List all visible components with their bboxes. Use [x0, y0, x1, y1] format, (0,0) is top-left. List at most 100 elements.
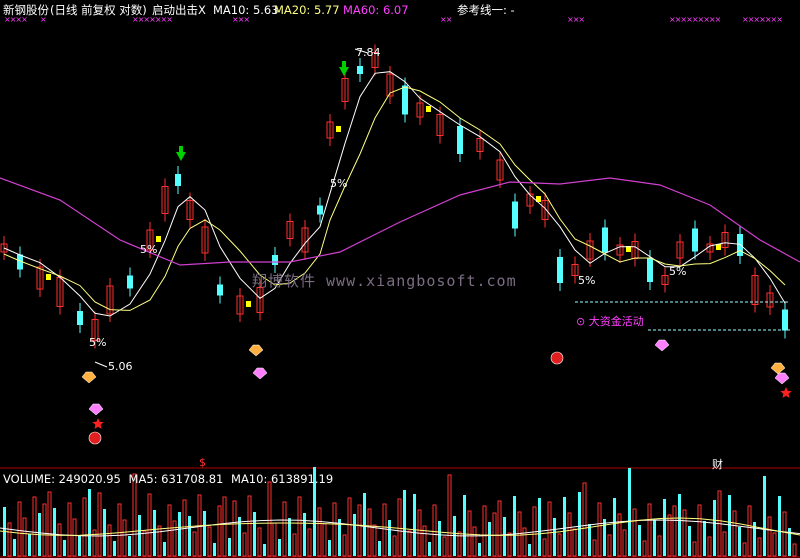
- low-pointer: [94, 361, 108, 368]
- volume-bar-down: [428, 542, 431, 556]
- candle-body-down: [647, 258, 653, 282]
- volume-bar-up: [657, 535, 662, 557]
- candle-body-down: [357, 66, 363, 74]
- dollar-marker: $: [199, 456, 206, 469]
- volume-ma5: MA5: 631708.81: [128, 472, 224, 486]
- volume-bar-down: [578, 492, 581, 556]
- volume-bar-down: [703, 521, 706, 556]
- volume-value: VOLUME: 249020.95: [3, 472, 121, 486]
- volume-bar-up: [472, 526, 477, 557]
- volume-bar-up: [647, 503, 652, 557]
- volume-bar-down: [738, 527, 741, 556]
- volume-bar-up: [132, 473, 137, 557]
- volume-bar-down: [763, 476, 766, 556]
- volume-bar-up: [257, 527, 262, 557]
- volume-bar-down: [53, 508, 56, 556]
- volume-bar-down: [413, 494, 416, 556]
- volume-bar-up: [732, 510, 737, 557]
- volume-bar-up: [547, 501, 552, 557]
- volume-bar-up: [332, 502, 337, 557]
- volume-bar-up: [607, 534, 612, 557]
- volume-bar-up: [322, 523, 327, 557]
- volume-bar-up: [482, 505, 487, 557]
- volume-bar-up: [572, 528, 577, 557]
- volume-bar-down: [528, 544, 531, 556]
- mark-row-item: ×××: [567, 15, 585, 24]
- reference-line: 参考线一: -: [457, 3, 515, 17]
- volume-bar-up: [397, 498, 402, 557]
- volume-bar-down: [153, 510, 156, 556]
- volume-bar-down: [178, 512, 181, 556]
- volume-bar-down: [653, 520, 656, 556]
- watermark: 翔博软件 www.xiangbosoft.com: [252, 272, 517, 290]
- volume-bar-up: [617, 513, 622, 557]
- signal-markers: [81, 48, 792, 445]
- volume-bar-up: [367, 508, 372, 557]
- ma20-value: MA20: 5.77: [274, 3, 340, 17]
- volume-bar-up: [507, 532, 512, 557]
- volume-bar-down: [713, 500, 716, 556]
- volume-bar-down: [113, 541, 116, 556]
- gem-icon: [88, 403, 104, 416]
- volume-bar-up: [32, 496, 37, 557]
- volume-bar-up: [57, 523, 62, 557]
- volume-bar-down: [513, 496, 516, 556]
- volume-bar-up: [667, 514, 672, 557]
- volume-bar-down: [203, 511, 206, 556]
- volume-bar-down: [678, 494, 681, 556]
- volume-bar-up: [232, 500, 237, 557]
- pct-label: 5%: [330, 177, 348, 190]
- gem-icon: [81, 371, 97, 384]
- volume-bar-down: [588, 524, 591, 556]
- volume-bar-down: [288, 518, 291, 556]
- red-ball-icon: [88, 431, 102, 445]
- volume-bar-up: [567, 512, 572, 557]
- green-down-arrow-icon: [179, 146, 183, 152]
- volume-bar-down: [63, 540, 66, 556]
- volume-bar-down: [213, 543, 216, 556]
- volume-bar-up: [782, 511, 787, 557]
- volume-bar-up: [242, 532, 247, 557]
- pct-label: 5%: [669, 265, 687, 278]
- volume-bar-down: [78, 535, 81, 556]
- volume-bar-up: [317, 507, 322, 557]
- signal-block: [336, 126, 341, 132]
- volume-bar-up: [117, 503, 122, 557]
- volume-bar-up: [447, 474, 452, 557]
- candle-body-down: [77, 311, 83, 325]
- volume-bar-down: [553, 518, 556, 556]
- pct-label: 5%: [89, 336, 107, 349]
- volume-bar-up: [222, 496, 227, 557]
- volume-bar-up: [407, 530, 412, 557]
- volume-bar-up: [107, 524, 112, 557]
- volume-bar-up: [492, 512, 497, 557]
- ma60-value: MA60: 6.07: [343, 3, 409, 17]
- volume-bar-down: [328, 540, 331, 556]
- volume-bar-up: [682, 509, 687, 557]
- volume-bar-up: [142, 530, 147, 557]
- volume-bar-up: [97, 492, 102, 557]
- volume-bar-down: [278, 539, 281, 556]
- candle-body-down: [602, 227, 608, 253]
- candle-body-down: [457, 126, 463, 154]
- volume-bar-up: [247, 495, 252, 557]
- red-star-icon: [92, 418, 104, 429]
- mark-row-item: ×××××××: [132, 15, 173, 24]
- mark-row-item: ×××××××: [742, 15, 783, 24]
- gem-icon: [252, 367, 268, 380]
- volume-bar-up: [297, 496, 302, 557]
- volume-bar-up: [697, 504, 702, 557]
- big-fund-label: ⊙ 大资金活动: [576, 315, 644, 328]
- candle-body-down: [512, 201, 518, 229]
- volume-bar-down: [253, 512, 256, 556]
- volume-bar-down: [188, 516, 191, 556]
- volume-bar-down: [128, 536, 131, 556]
- signal-block: [246, 301, 251, 307]
- volume-bar-up: [217, 505, 222, 557]
- pct-label: 5%: [140, 243, 158, 256]
- volume-bar-down: [138, 515, 141, 556]
- volume-bar-up: [772, 532, 777, 557]
- volume-bar-up: [597, 502, 602, 557]
- mark-row-item: ××: [440, 15, 452, 24]
- volume-bar-down: [463, 495, 466, 556]
